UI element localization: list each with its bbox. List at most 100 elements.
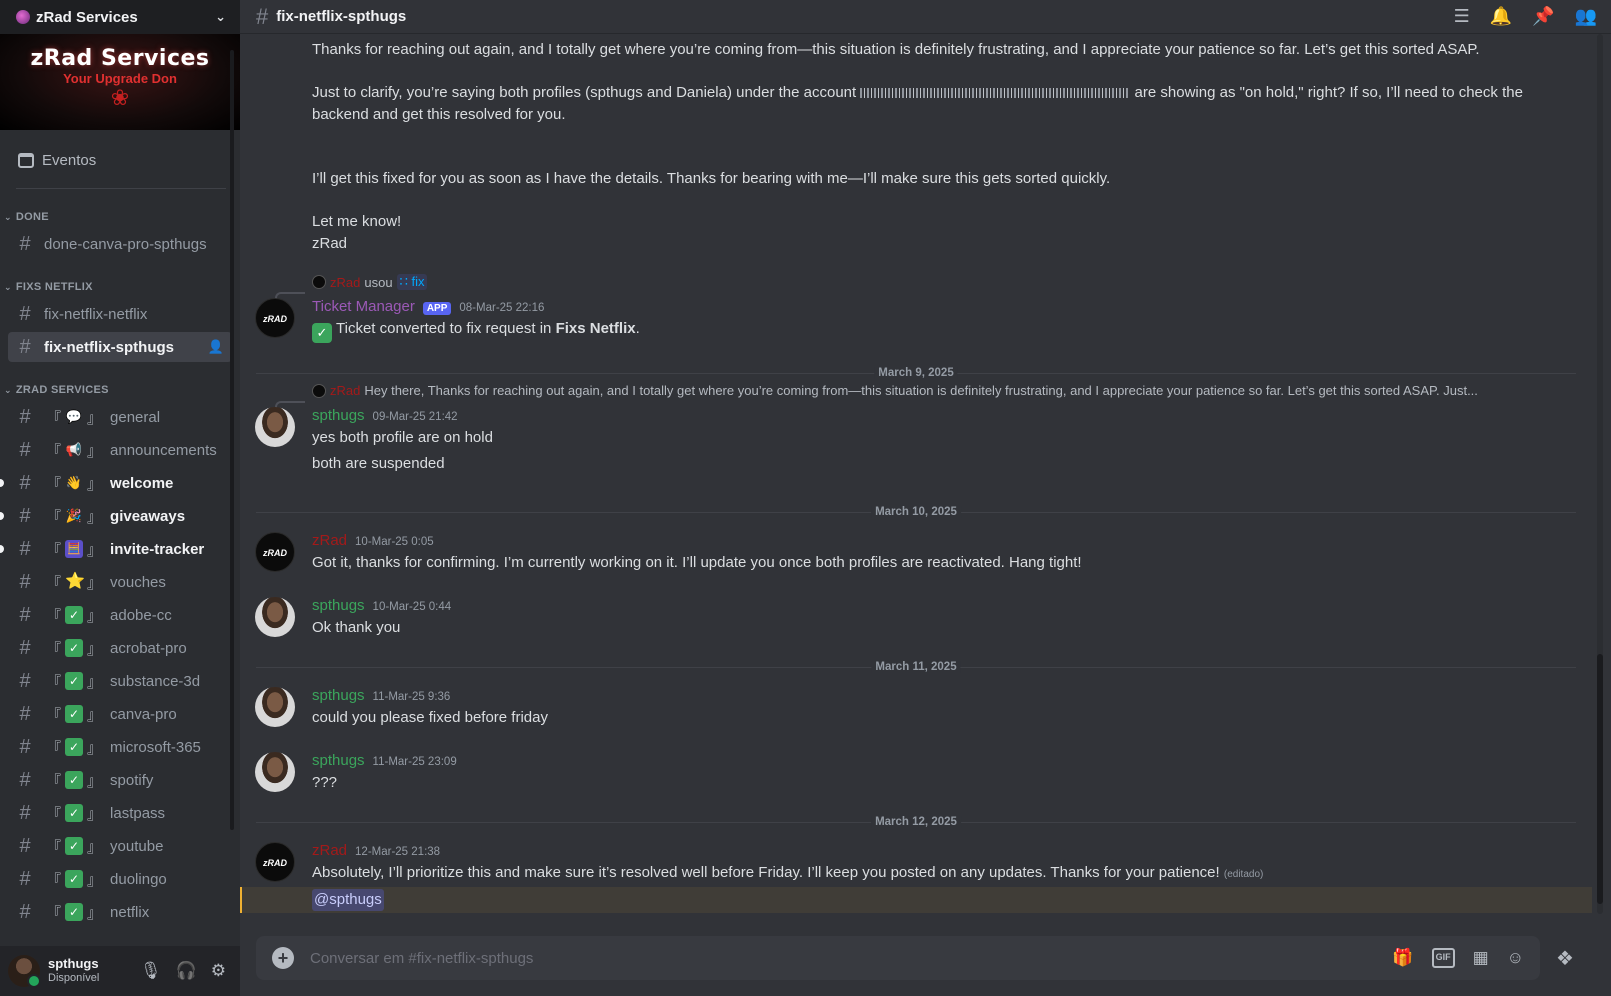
bracket-right: 』 [87, 475, 103, 493]
reply-preview[interactable]: zRad usou ∷ fix [312, 274, 428, 290]
check-icon: ✓ [65, 870, 84, 888]
sidebar-item-fix-netflix-spthugs[interactable]: # fix-netflix-spthugs 👤 [8, 332, 232, 362]
author-name[interactable]: zRad [312, 842, 347, 859]
member-list-icon[interactable]: 👥 [1575, 6, 1597, 27]
microphone-icon[interactable]: 🎙 [140, 961, 162, 981]
message-header: spthugs 09-Mar-25 21:42 [312, 407, 458, 424]
bracket-right: 』 [87, 739, 103, 757]
add-attachment-icon[interactable]: + [272, 947, 294, 969]
channel-title: fix-netflix-spthugs [276, 8, 407, 25]
sidebar-item-fix-netflix-netflix[interactable]: # fix-netflix-netflix [8, 299, 232, 329]
bracket-left: 『 [46, 772, 62, 790]
message-input[interactable] [310, 949, 1393, 967]
user-controls: 🎙 🎧 ⚙ [140, 961, 226, 981]
sidebar-item-adobe-cc[interactable]: # 『✓』 adobe-cc [8, 600, 232, 630]
message-list: Thanks for reaching out again, and I tot… [240, 34, 1611, 916]
sidebar-item-microsoft-365[interactable]: # 『✓』 microsoft-365 [8, 732, 232, 762]
avatar[interactable] [255, 752, 295, 792]
gear-icon[interactable]: ⚙ [211, 961, 226, 981]
reply-username: zRad [330, 274, 361, 290]
chevron-down-icon[interactable]: ⌄ [215, 9, 226, 25]
bracket-left: 『 [46, 904, 62, 922]
author-name[interactable]: spthugs [312, 407, 365, 424]
apps-icon[interactable]: ❖ [1556, 946, 1574, 971]
user-mention[interactable]: @spthugs [312, 889, 384, 911]
sidebar-item-lastpass[interactable]: # 『✓』 lastpass [8, 798, 232, 828]
avatar[interactable]: zRAD [255, 532, 295, 572]
avatar[interactable] [255, 597, 295, 637]
sidebar-item-netflix[interactable]: # 『✓』 netflix [8, 897, 232, 927]
sidebar-item-youtube[interactable]: # 『✓』 youtube [8, 831, 232, 861]
reply-preview[interactable]: zRad Hey there, Thanks for reaching out … [312, 383, 1478, 398]
calendar-icon [18, 152, 34, 168]
events-link[interactable]: Eventos [8, 140, 232, 180]
avatar[interactable] [8, 955, 41, 988]
events-label: Eventos [42, 151, 97, 169]
user-status: Disponível [48, 972, 100, 984]
category-header[interactable]: ⌄ DONE [0, 207, 240, 227]
bracket-left: 『 [46, 838, 62, 856]
server-header[interactable]: zRad Services ⌄ [0, 0, 240, 34]
author-name[interactable]: Ticket Manager [312, 298, 415, 315]
avatar[interactable] [255, 687, 295, 727]
sidebar-item-label: done-canva-pro-spthugs [44, 235, 207, 253]
sidebar-scrollbar[interactable] [230, 50, 234, 830]
sidebar-item-substance-3d[interactable]: # 『✓』 substance-3d [8, 666, 232, 696]
timestamp: 08-Mar-25 22:16 [459, 302, 545, 314]
bracket-left: 『 [46, 673, 62, 691]
category-header[interactable]: ⌄ ZRAD SERVICES [0, 380, 240, 400]
category-name: Fixs Netflix [555, 320, 636, 337]
check-icon: ✓ [65, 903, 84, 921]
wave-icon: 👋 [65, 475, 83, 490]
bracket-left: 『 [46, 640, 62, 658]
timestamp: 11-Mar-25 9:36 [372, 691, 451, 703]
sidebar-item-duolingo[interactable]: # 『✓』 duolingo [8, 864, 232, 894]
avatar[interactable] [255, 407, 295, 447]
sidebar-item-general[interactable]: # 『💬 』 general [8, 402, 232, 432]
slash-command[interactable]: ∷ fix [396, 274, 428, 290]
chevron-down-icon: ⌄ [4, 281, 12, 292]
hashtag-icon: # [19, 537, 31, 560]
sidebar-item-vouches[interactable]: # 『⭐』 vouches [8, 567, 232, 597]
category-header[interactable]: ⌄ FIXS NETFLIX [0, 277, 240, 297]
user-names[interactable]: spthugs Disponível [48, 957, 99, 985]
sidebar-item-welcome[interactable]: # 『👋 』 welcome [0, 468, 232, 498]
author-name[interactable]: spthugs [312, 597, 365, 614]
threads-icon[interactable]: ☰ [1454, 6, 1470, 27]
hashtag-icon: # [19, 702, 31, 725]
scrollbar-thumb[interactable] [1597, 654, 1603, 904]
sidebar-item-acrobat-pro[interactable]: # 『✓』 acrobat-pro [8, 633, 232, 663]
bracket-left: 『 [46, 871, 62, 889]
avatar[interactable]: zRAD [255, 842, 295, 882]
server-banner: zRad Services Your Upgrade Don ❀ [0, 34, 240, 130]
sidebar-item-invite-tracker[interactable]: # 『🧮』 invite-tracker [0, 534, 232, 564]
headphones-icon[interactable]: 🎧 [176, 961, 197, 981]
author-name[interactable]: spthugs [312, 752, 365, 769]
bracket-right: 』 [87, 805, 103, 823]
edited-label: (editado) [1223, 869, 1264, 880]
bracket-left: 『 [46, 442, 62, 460]
avatar[interactable]: zRAD [255, 298, 295, 338]
add-member-icon[interactable]: 👤 [208, 339, 224, 355]
category-name: FIXS NETFLIX [15, 281, 93, 293]
sidebar-item-announcements[interactable]: # 『📢 』 announcements [8, 435, 232, 465]
bell-icon[interactable]: 🔔 [1490, 6, 1512, 27]
speech-icon: 💬 [65, 409, 83, 424]
gif-icon[interactable]: GIF [1431, 948, 1455, 968]
sidebar-item-spotify[interactable]: # 『✓』 spotify [8, 765, 232, 795]
sidebar-item-label: adobe-cc [110, 606, 172, 624]
mega-icon: 📢 [65, 442, 83, 457]
author-name[interactable]: zRad [312, 532, 347, 549]
sidebar-item-canva-pro[interactable]: # 『✓』 canva-pro [8, 699, 232, 729]
message-text: Got it, thanks for confirming. I’m curre… [312, 554, 1082, 571]
sidebar-item-done-canva-pro-spthugs[interactable]: # done-canva-pro-spthugs [8, 229, 232, 259]
sidebar-item-giveaways[interactable]: # 『🎉 』 giveaways [0, 501, 232, 531]
sticker-icon[interactable]: ▦ [1473, 948, 1489, 968]
message-text: ??? [312, 774, 338, 791]
message-text: Thanks for reaching out again, and I tot… [312, 41, 1480, 58]
author-name[interactable]: spthugs [312, 687, 365, 704]
gift-icon[interactable]: 🎁 [1392, 948, 1413, 968]
emoji-icon[interactable]: ☺ [1507, 948, 1524, 968]
message-scrollbar[interactable] [1597, 34, 1603, 914]
pin-icon[interactable]: 📌 [1532, 6, 1554, 27]
